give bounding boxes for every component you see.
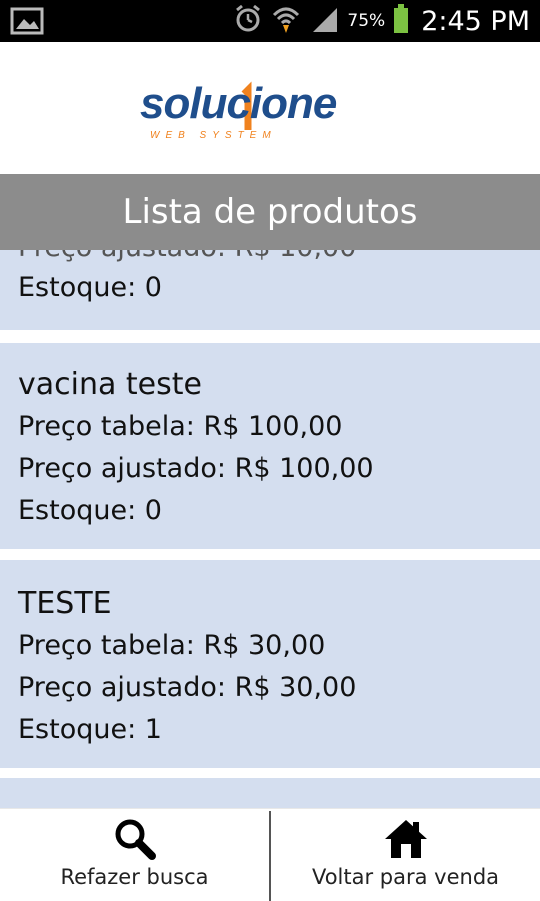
redo-search-label: Refazer busca [60,865,209,889]
logo-text: solucione [140,80,337,128]
redo-search-button[interactable]: Refazer busca [0,809,269,901]
product-list[interactable]: Preço ajustado: R$ 10,00 Estoque: 0 vaci… [0,250,540,808]
title-bar: Lista de produtos [0,174,540,250]
product-stock: Estoque: 0 [18,272,162,303]
product-adjusted-price: Preço ajustado: R$ 10,00 [18,250,356,263]
product-table-price: Preço tabela: R$ 30,00 [18,630,326,661]
logo-header: solucione WEB SYSTEM [0,42,540,174]
product-card[interactable]: vacina teste Preço tabela: R$ 100,00 Pre… [0,343,540,549]
back-to-sale-button[interactable]: Voltar para venda [271,809,540,901]
product-card[interactable] [0,778,540,808]
product-stock: Estoque: 1 [18,714,162,745]
battery-percent: 75% [347,11,386,31]
logo-tagline: WEB SYSTEM [150,130,277,141]
status-bar: 75% 2:45 PM [0,0,540,42]
product-adjusted-price: Preço ajustado: R$ 100,00 [18,453,374,484]
alarm-icon [233,4,263,38]
back-to-sale-label: Voltar para venda [311,865,500,889]
product-adjusted-price: Preço ajustado: R$ 30,00 [18,672,357,703]
search-icon [112,817,158,865]
battery-icon [393,4,409,38]
bottom-action-bar: Refazer busca Voltar para venda [0,808,540,901]
wifi-icon [271,3,301,39]
product-card[interactable]: Preço ajustado: R$ 10,00 Estoque: 0 [0,250,540,330]
product-card[interactable]: TESTE Preço tabela: R$ 30,00 Preço ajust… [0,560,540,768]
product-name: TESTE [18,586,112,621]
company-logo: solucione WEB SYSTEM [140,80,338,141]
product-name: vacina teste [18,367,202,402]
product-stock: Estoque: 0 [18,495,162,526]
signal-icon [309,4,339,38]
gallery-notification-icon [10,6,44,40]
home-icon [383,817,429,865]
product-table-price: Preço tabela: R$ 100,00 [18,411,343,442]
clock: 2:45 PM [421,5,530,37]
page-title: Lista de produtos [122,192,418,232]
